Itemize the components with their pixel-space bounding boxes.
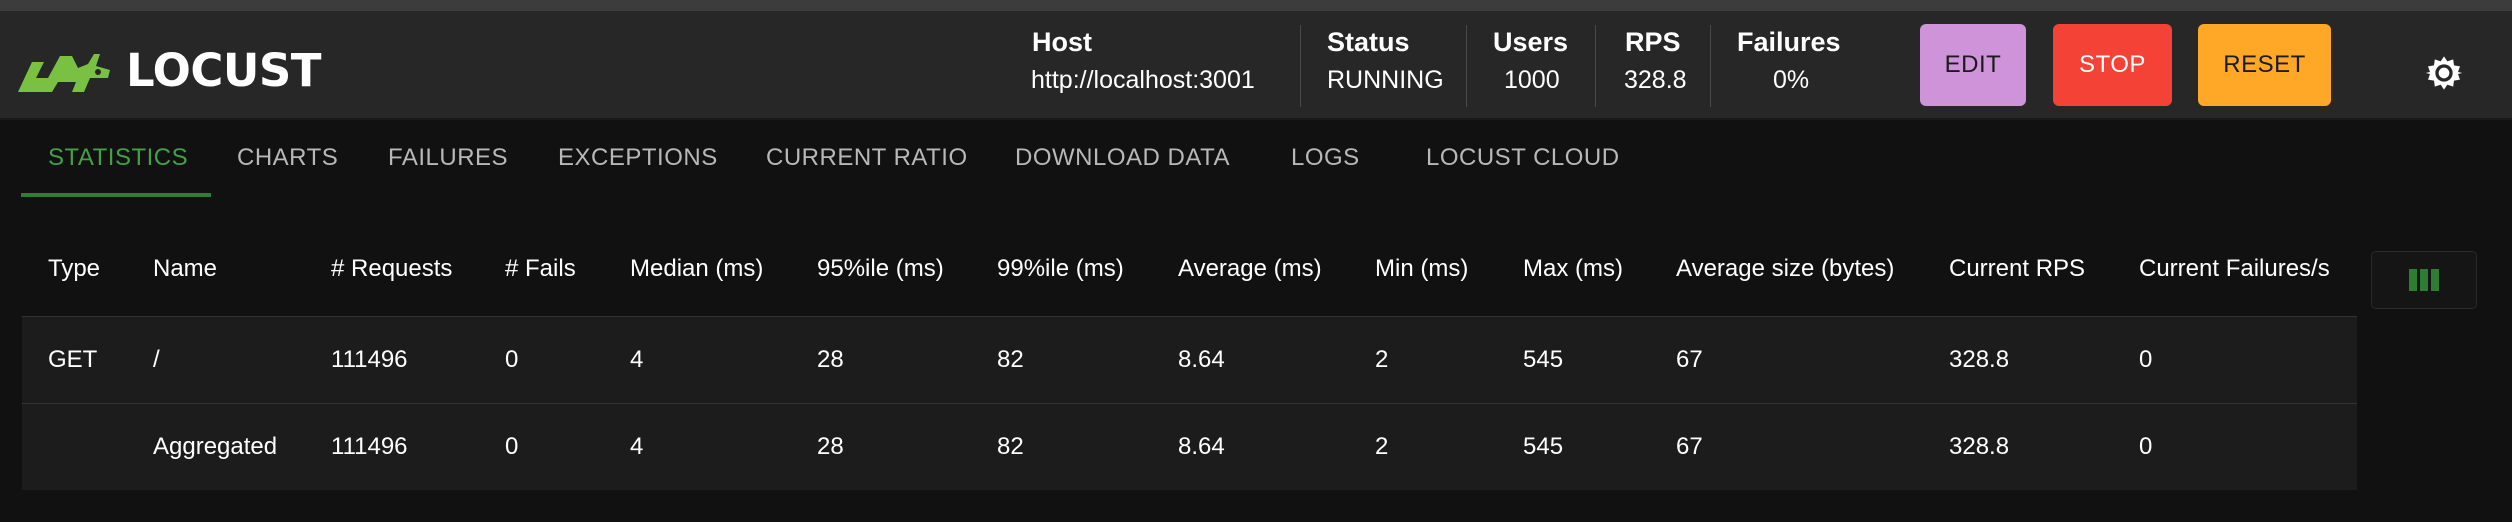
tab-logs[interactable]: LOGS [1291, 120, 1360, 196]
cell-max: 545 [1523, 346, 1564, 373]
cell-average-size: 67 [1676, 346, 1703, 373]
reset-button[interactable]: RESET [2198, 24, 2331, 106]
cell-fails: 0 [505, 433, 519, 460]
cell-current-rps: 328.8 [1949, 433, 2010, 460]
statistics-table: Type Name # Requests # Fails Median (ms)… [22, 230, 2357, 490]
active-tab-indicator [21, 193, 211, 197]
cell-min: 2 [1375, 346, 1389, 373]
cell-fails: 0 [505, 346, 519, 373]
cell-95ile: 28 [817, 433, 844, 460]
app-header: LOCUST Host http://localhost:3001 Status… [0, 11, 2512, 120]
failures-label: Failures [1737, 27, 1841, 57]
stop-button[interactable]: STOP [2053, 24, 2172, 106]
status-value: RUNNING [1327, 66, 1444, 94]
tab-download-data[interactable]: DOWNLOAD DATA [1015, 120, 1230, 196]
header-divider [1300, 25, 1301, 107]
cell-name: Aggregated [153, 433, 278, 460]
cell-current-failures: 0 [2139, 346, 2153, 373]
header-divider [1466, 25, 1467, 107]
cell-current-failures: 0 [2139, 433, 2153, 460]
cell-type: GET [48, 346, 98, 373]
column-header-current-failures[interactable]: Current Failures/s [2139, 230, 2330, 316]
gear-icon[interactable] [2424, 53, 2464, 93]
column-header-95ile[interactable]: 95%ile (ms) [817, 230, 944, 316]
locust-logo[interactable]: LOCUST [18, 41, 322, 101]
cell-99ile: 82 [997, 433, 1024, 460]
cell-average-size: 67 [1676, 433, 1703, 460]
cell-95ile: 28 [817, 346, 844, 373]
cell-min: 2 [1375, 433, 1389, 460]
tab-bar: STATISTICS CHARTS FAILURES EXCEPTIONS CU… [0, 120, 2512, 198]
host-label: Host [1032, 27, 1092, 57]
users-value: 1000 [1504, 66, 1560, 94]
table-header: Type Name # Requests # Fails Median (ms)… [22, 230, 2357, 316]
column-header-median[interactable]: Median (ms) [630, 230, 763, 316]
tab-charts[interactable]: CHARTS [237, 120, 338, 196]
column-selector-button[interactable] [2371, 251, 2477, 309]
tab-exceptions[interactable]: EXCEPTIONS [558, 120, 718, 196]
header-divider [1710, 25, 1711, 107]
cell-requests: 111496 [331, 433, 408, 460]
column-header-fails[interactable]: # Fails [505, 230, 576, 316]
column-header-min[interactable]: Min (ms) [1375, 230, 1468, 316]
column-header-average-size[interactable]: Average size (bytes) [1676, 230, 1894, 316]
cell-max: 545 [1523, 433, 1564, 460]
cell-median: 4 [630, 433, 644, 460]
table-row: GET / 111496 0 4 28 82 8.64 2 545 67 328… [22, 316, 2357, 403]
column-header-max[interactable]: Max (ms) [1523, 230, 1623, 316]
locust-logo-icon [18, 54, 110, 92]
column-header-average[interactable]: Average (ms) [1178, 230, 1322, 316]
cell-requests: 111496 [331, 346, 408, 373]
column-header-current-rps[interactable]: Current RPS [1949, 230, 2085, 316]
column-header-99ile[interactable]: 99%ile (ms) [997, 230, 1124, 316]
tab-locust-cloud[interactable]: LOCUST CLOUD [1426, 120, 1620, 196]
rps-value: 328.8 [1624, 66, 1687, 94]
column-header-requests[interactable]: # Requests [331, 230, 452, 316]
rps-label: RPS [1625, 27, 1681, 57]
cell-name: / [153, 346, 160, 373]
tab-failures[interactable]: FAILURES [388, 120, 508, 196]
header-divider [1595, 25, 1596, 107]
failures-value: 0% [1773, 66, 1810, 94]
edit-button[interactable]: EDIT [1920, 24, 2026, 106]
table-row-aggregated: Aggregated 111496 0 4 28 82 8.64 2 545 6… [22, 403, 2357, 490]
column-header-type[interactable]: Type [48, 230, 100, 316]
logo-text: LOCUST [126, 44, 322, 97]
columns-icon [2409, 269, 2439, 291]
window-top-strip [0, 0, 2512, 11]
status-label: Status [1327, 27, 1410, 57]
host-value: http://localhost:3001 [1031, 66, 1255, 94]
cell-99ile: 82 [997, 346, 1024, 373]
column-header-name[interactable]: Name [153, 230, 217, 316]
cell-average: 8.64 [1178, 433, 1225, 460]
cell-average: 8.64 [1178, 346, 1225, 373]
cell-current-rps: 328.8 [1949, 346, 2010, 373]
cell-median: 4 [630, 346, 644, 373]
users-label: Users [1493, 27, 1569, 57]
tab-current-ratio[interactable]: CURRENT RATIO [766, 120, 968, 196]
tab-statistics[interactable]: STATISTICS [48, 120, 188, 196]
